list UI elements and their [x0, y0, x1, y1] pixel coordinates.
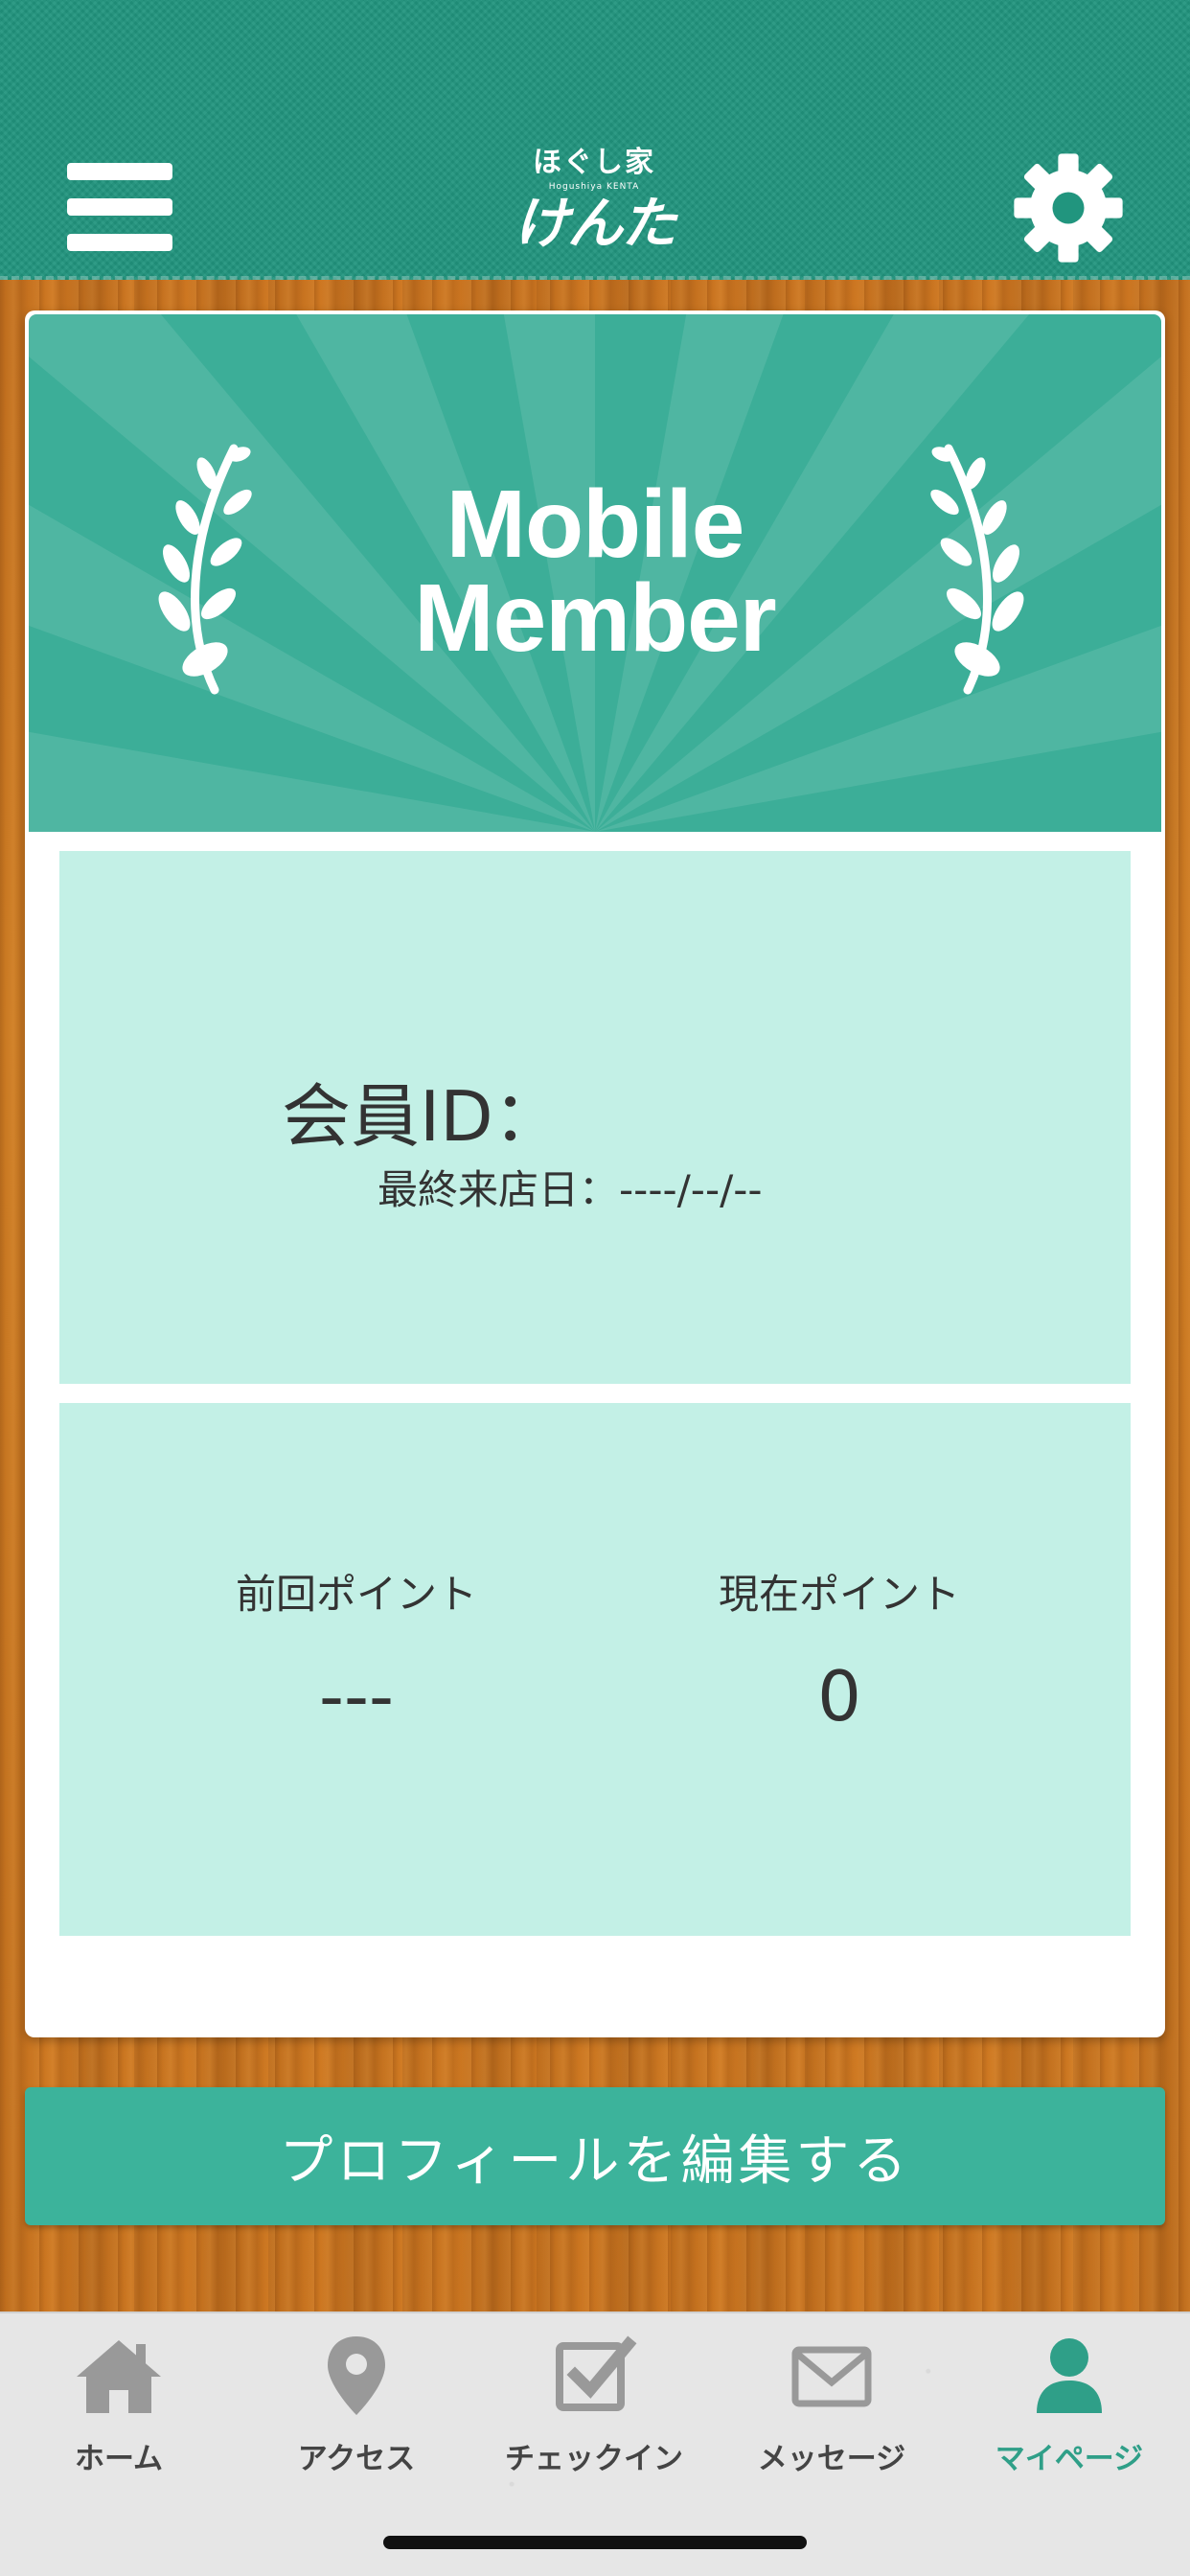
tab-checkin-label: チェックイン: [505, 2442, 683, 2476]
previous-points-label: 前回ポイント: [235, 1571, 477, 1618]
tab-mypage-label: マイページ: [995, 2442, 1144, 2476]
map-pin-icon: [328, 2336, 385, 2415]
app-logo: ほぐし家 Hogushiya KENTA けんた: [498, 144, 690, 264]
settings-button[interactable]: [1012, 151, 1125, 264]
checkbox-icon: [556, 2335, 637, 2411]
banner-title-line1: Mobile: [446, 471, 745, 578]
edit-profile-button[interactable]: プロフィールを編集する: [25, 2087, 1165, 2225]
member-banner: Mobile Member: [29, 314, 1161, 832]
member-id-label: 会員ID：: [282, 1076, 562, 1157]
user-icon: [1037, 2338, 1102, 2413]
tab-message[interactable]: メッセージ: [713, 2333, 950, 2505]
previous-points-value: ---: [319, 1656, 394, 1736]
banner-title: Mobile Member: [29, 471, 1161, 672]
logo-top-text: ほぐし家: [533, 146, 655, 179]
points-panel: 前回ポイント --- 現在ポイント 0: [59, 1403, 1131, 1936]
current-points: 現在ポイント 0: [638, 1566, 1041, 1744]
tab-home[interactable]: ホーム: [0, 2333, 238, 2505]
menu-bar: [67, 163, 172, 180]
tab-mypage[interactable]: マイページ: [950, 2333, 1188, 2505]
menu-bar: [67, 234, 172, 251]
logo-main-text: けんた: [513, 191, 676, 256]
member-card: Mobile Member 会員ID： 最終来店日：----/--/-- 前回ポ…: [25, 310, 1165, 2037]
home-indicator: [383, 2536, 807, 2549]
banner-title-line2: Member: [414, 564, 776, 672]
app-header: ほぐし家 Hogushiya KENTA けんた: [0, 0, 1190, 280]
last-visit-value: ----/--/--: [619, 1166, 763, 1213]
tab-access[interactable]: アクセス: [238, 2333, 475, 2505]
member-info-panel: 会員ID： 最終来店日：----/--/--: [59, 851, 1131, 1384]
tab-access-label: アクセス: [297, 2442, 416, 2476]
home-icon: [77, 2340, 161, 2413]
current-points-value: 0: [817, 1656, 861, 1736]
envelope-icon: [791, 2346, 872, 2407]
gear-icon: [1014, 153, 1123, 263]
last-visit-label: 最終来店日：: [378, 1166, 620, 1213]
tab-checkin[interactable]: チェックイン: [475, 2333, 713, 2505]
tab-home-label: ホーム: [74, 2442, 164, 2476]
menu-bar: [67, 198, 172, 216]
member-id: 会員ID：: [282, 1060, 572, 1161]
tab-message-label: メッセージ: [757, 2442, 906, 2476]
current-points-label: 現在ポイント: [718, 1571, 960, 1618]
last-visit: 最終来店日：----/--/--: [378, 1158, 763, 1216]
menu-button[interactable]: [67, 163, 172, 251]
previous-points: 前回ポイント ---: [155, 1566, 558, 1744]
